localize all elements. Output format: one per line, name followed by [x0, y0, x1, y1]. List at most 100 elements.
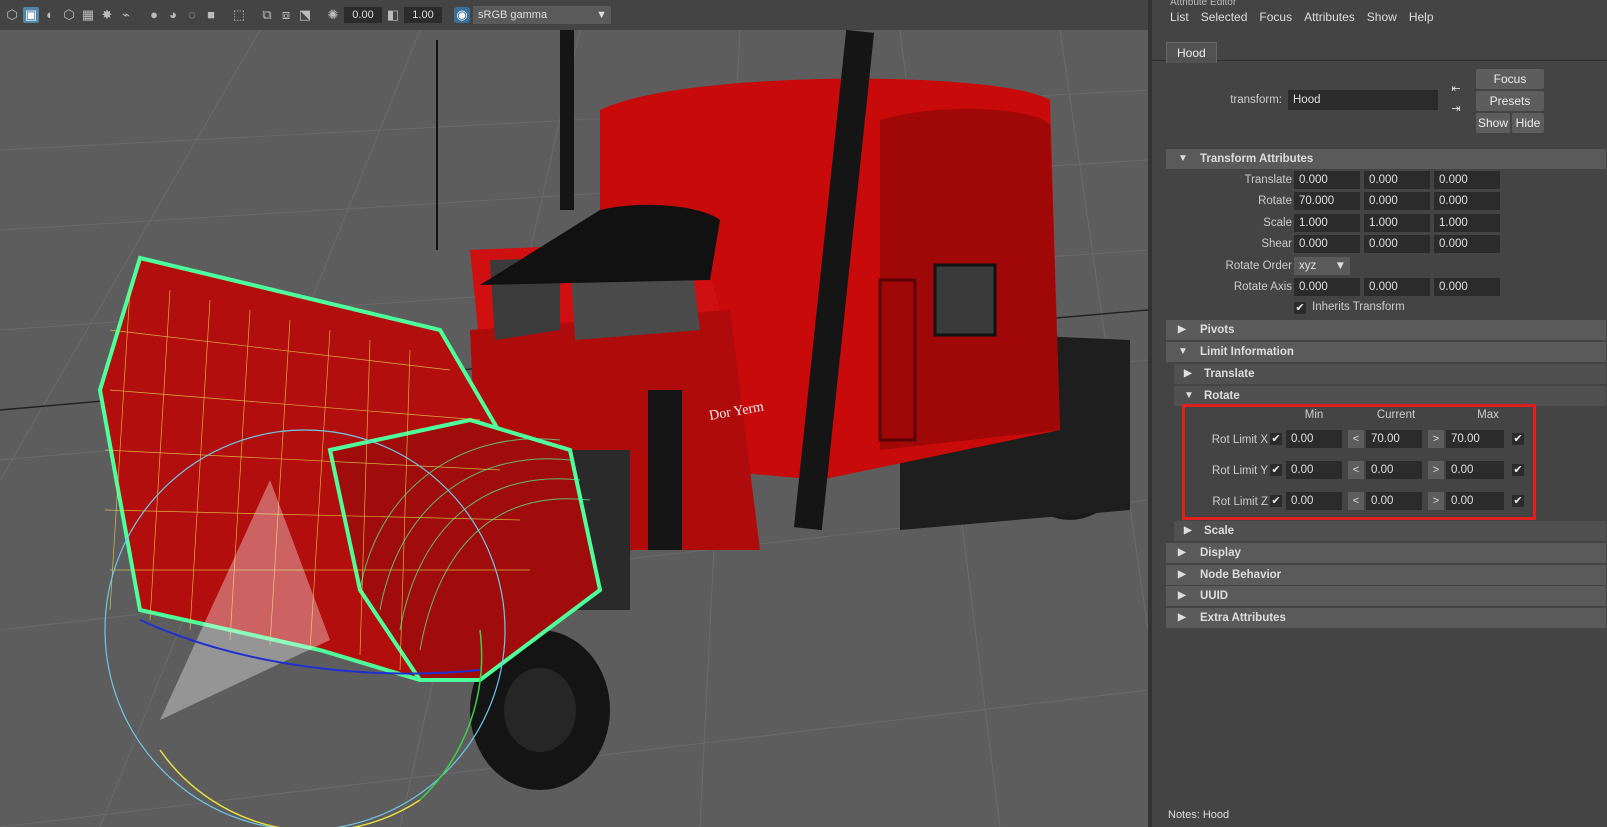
inherits-transform-checkbox[interactable]: ✔: [1294, 302, 1306, 314]
collapsed-triangle-icon: ▶: [1178, 590, 1186, 601]
anti-aliasing-icon[interactable]: ◌: [184, 7, 200, 23]
section-label: Transform Attributes: [1200, 153, 1314, 165]
shear-y-field[interactable]: 0.000: [1364, 235, 1430, 253]
section-label: Display: [1200, 547, 1241, 559]
section-display[interactable]: ▶ Display: [1166, 543, 1606, 563]
scale-x-field[interactable]: 1.000: [1294, 214, 1360, 232]
color-space-dropdown[interactable]: sRGB gamma ▼: [473, 6, 611, 24]
show-button[interactable]: Show: [1476, 113, 1510, 133]
viewport-panel[interactable]: ⬡ ▣ ◐ ⬡ ▦ ✸ ⌁ ● ◕ ◌ ■ ⬚ ⧉ ⧈ ⬔ ✺ 0.00 ◧ 1…: [0, 0, 1148, 827]
collapsed-triangle-icon: ▶: [1178, 569, 1186, 580]
isolate-select-icon[interactable]: ⬚: [231, 7, 247, 23]
xray-icon[interactable]: ▦: [80, 7, 96, 23]
translate-x-field[interactable]: 0.000: [1294, 171, 1360, 189]
menu-focus[interactable]: Focus: [1259, 10, 1292, 24]
menu-help[interactable]: Help: [1409, 10, 1434, 24]
scale-z-field[interactable]: 1.000: [1434, 214, 1500, 232]
scene-view[interactable]: Dor Yerm: [0, 30, 1148, 827]
smooth-shade-icon[interactable]: ▣: [23, 7, 39, 23]
hide-button[interactable]: Hide: [1512, 113, 1544, 133]
gamma-icon[interactable]: ◧: [385, 7, 401, 23]
rotate-order-label: Rotate Order: [1225, 260, 1292, 272]
section-label: Node Behavior: [1200, 569, 1282, 581]
textured-icon[interactable]: ◐: [42, 7, 58, 23]
expanded-triangle-icon: ▼: [1178, 153, 1188, 164]
menu-show[interactable]: Show: [1367, 10, 1397, 24]
exposure-field[interactable]: 0.00: [344, 7, 382, 23]
tab-hood[interactable]: Hood: [1166, 42, 1217, 63]
shear-z-field[interactable]: 0.000: [1434, 235, 1500, 253]
section-pivots[interactable]: ▶ Pivots: [1166, 320, 1606, 340]
section-extra-attributes[interactable]: ▶ Extra Attributes: [1166, 608, 1606, 628]
transform-name-field[interactable]: Hood: [1288, 90, 1438, 110]
copy-tab-icon[interactable]: ⇥: [1448, 100, 1464, 118]
presets-button[interactable]: Presets: [1476, 91, 1544, 111]
depth-of-field-icon[interactable]: ■: [203, 7, 219, 23]
rotate-limits-highlight-box: [1182, 404, 1536, 520]
load-attributes-icon[interactable]: ⇤: [1448, 80, 1464, 98]
gate-mask-icon[interactable]: ⬔: [297, 7, 313, 23]
xray-joints-icon[interactable]: ⧉: [259, 7, 275, 23]
node-tabs: Hood: [1152, 38, 1607, 63]
rotate-axis-y-field[interactable]: 0.000: [1364, 278, 1430, 296]
wireframe-shade-icon[interactable]: ⬡: [4, 7, 20, 23]
translate-z-field[interactable]: 0.000: [1434, 171, 1500, 189]
color-management-icon[interactable]: ◉: [454, 7, 470, 23]
section-label: Limit Information: [1200, 346, 1294, 358]
scale-label: Scale: [1263, 217, 1292, 229]
collapsed-triangle-icon: ▶: [1184, 525, 1192, 536]
ambient-occlusion-icon[interactable]: ●: [146, 7, 162, 23]
section-uuid[interactable]: ▶ UUID: [1166, 586, 1606, 606]
viewport-toolbar: ⬡ ▣ ◐ ⬡ ▦ ✸ ⌁ ● ◕ ◌ ■ ⬚ ⧉ ⧈ ⬔ ✺ 0.00 ◧ 1…: [0, 0, 1148, 30]
rotate-x-field[interactable]: 70.000: [1294, 192, 1360, 210]
subsection-translate[interactable]: ▶ Translate: [1174, 364, 1606, 384]
section-label: Scale: [1204, 525, 1235, 537]
section-label: UUID: [1200, 590, 1229, 602]
notes-bar[interactable]: Notes: Hood: [1168, 809, 1229, 821]
rotate-order-value: xyz: [1299, 260, 1317, 272]
motion-blur-icon[interactable]: ◕: [165, 7, 181, 23]
shadows-icon[interactable]: ⌁: [118, 7, 134, 23]
rotate-order-dropdown[interactable]: xyz ▼: [1294, 257, 1350, 275]
exposure-icon[interactable]: ✺: [325, 7, 341, 23]
rotate-z-field[interactable]: 0.000: [1434, 192, 1500, 210]
section-label: Extra Attributes: [1200, 612, 1286, 624]
collapsed-triangle-icon: ▶: [1178, 324, 1186, 335]
collapsed-triangle-icon: ▶: [1178, 612, 1186, 623]
shear-label: Shear: [1261, 238, 1292, 250]
section-label: Rotate: [1204, 390, 1240, 402]
menu-attributes[interactable]: Attributes: [1304, 10, 1355, 24]
xray-active-icon[interactable]: ⧈: [278, 7, 294, 23]
focus-button[interactable]: Focus: [1476, 69, 1544, 89]
collapsed-triangle-icon: ▶: [1178, 547, 1186, 558]
transform-label: transform:: [1230, 94, 1282, 106]
section-label: Translate: [1204, 368, 1255, 380]
expanded-triangle-icon: ▼: [1184, 390, 1194, 401]
wireframe-on-shaded-icon[interactable]: ⬡: [61, 7, 77, 23]
subsection-scale[interactable]: ▶ Scale: [1174, 521, 1606, 541]
editor-menubar: List Selected Focus Attributes Show Help: [1152, 6, 1607, 28]
section-node-behavior[interactable]: ▶ Node Behavior: [1166, 565, 1606, 585]
rotate-axis-x-field[interactable]: 0.000: [1294, 278, 1360, 296]
translate-label: Translate: [1244, 174, 1292, 186]
section-label: Pivots: [1200, 324, 1235, 336]
color-space-value: sRGB gamma: [478, 9, 548, 21]
expanded-triangle-icon: ▼: [1178, 346, 1188, 357]
rotate-axis-label: Rotate Axis: [1233, 281, 1292, 293]
chevron-down-icon: ▼: [596, 9, 607, 21]
chevron-down-icon: ▼: [1334, 260, 1346, 272]
rotate-y-field[interactable]: 0.000: [1364, 192, 1430, 210]
gamma-field[interactable]: 1.00: [404, 7, 442, 23]
rotate-axis-z-field[interactable]: 0.000: [1434, 278, 1500, 296]
lights-icon[interactable]: ✸: [99, 7, 115, 23]
translate-y-field[interactable]: 0.000: [1364, 171, 1430, 189]
subsection-rotate[interactable]: ▼ Rotate: [1174, 386, 1606, 406]
section-limit-information[interactable]: ▼ Limit Information: [1166, 342, 1606, 362]
scale-y-field[interactable]: 1.000: [1364, 214, 1430, 232]
menu-selected[interactable]: Selected: [1201, 10, 1248, 24]
menu-list[interactable]: List: [1170, 10, 1189, 24]
inherits-transform-label: Inherits Transform: [1312, 301, 1405, 313]
notes-label: Notes:: [1168, 809, 1200, 821]
section-transform-attributes[interactable]: ▼ Transform Attributes: [1166, 149, 1606, 169]
shear-x-field[interactable]: 0.000: [1294, 235, 1360, 253]
